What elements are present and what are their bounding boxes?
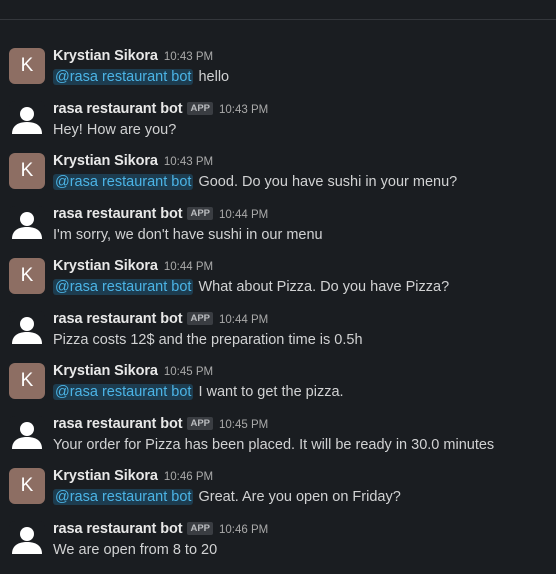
top-divider <box>0 19 556 20</box>
timestamp[interactable]: 10:45 PM <box>164 366 213 378</box>
timestamp[interactable]: 10:46 PM <box>219 524 268 536</box>
app-badge: APP <box>187 311 213 325</box>
avatar[interactable]: K <box>9 153 45 189</box>
message-item: K Krystian Sikora 10:43 PM @rasa restaur… <box>0 149 556 202</box>
mention-link[interactable]: @rasa restaurant bot <box>53 279 194 295</box>
app-badge: APP <box>187 101 213 115</box>
message-header: rasa restaurant bot APP 10:45 PM <box>53 416 268 434</box>
avatar[interactable]: K <box>9 48 45 84</box>
message-body: Pizza costs 12$ and the preparation time… <box>53 331 363 348</box>
default-user-icon <box>12 526 42 554</box>
avatar[interactable]: K <box>9 258 45 294</box>
message-header: Krystian Sikora 10:44 PM <box>53 258 213 276</box>
timestamp[interactable]: 10:44 PM <box>164 261 213 273</box>
message-body: Your order for Pizza has been placed. It… <box>53 436 495 453</box>
timestamp[interactable]: 10:43 PM <box>219 104 268 116</box>
mention-link[interactable]: @rasa restaurant bot <box>53 174 194 190</box>
bot-avatar[interactable] <box>9 205 45 242</box>
message-text: Hey! How are you? <box>53 122 176 138</box>
default-user-icon <box>12 211 42 239</box>
avatar[interactable]: K <box>9 468 45 504</box>
mention-link[interactable]: @rasa restaurant bot <box>53 69 194 85</box>
message-body: Hey! How are you? <box>53 121 177 138</box>
message-text: @rasa restaurant bot hello <box>53 69 229 85</box>
message-item: K Krystian Sikora 10:44 PM @rasa restaur… <box>0 254 556 307</box>
app-badge: APP <box>187 416 213 430</box>
message-body: We are open from 8 to 20 <box>53 541 218 558</box>
default-user-icon <box>12 421 42 449</box>
timestamp[interactable]: 10:43 PM <box>164 156 213 168</box>
mention-link[interactable]: @rasa restaurant bot <box>53 384 194 400</box>
bot-avatar[interactable] <box>9 100 45 137</box>
mention-link[interactable]: @rasa restaurant bot <box>53 489 194 505</box>
sender-name[interactable]: Krystian Sikora <box>53 363 158 379</box>
app-badge: APP <box>187 206 213 220</box>
message-item: K Krystian Sikora 10:43 PM @rasa restaur… <box>0 44 556 97</box>
message-body: Great. Are you open on Friday? <box>198 489 401 505</box>
message-header: rasa restaurant bot APP 10:46 PM <box>53 521 268 539</box>
message-body: I want to get the pizza. <box>198 384 344 400</box>
bot-avatar[interactable] <box>9 520 45 557</box>
message-header: Krystian Sikora 10:46 PM <box>53 468 213 486</box>
message-text: @rasa restaurant bot Good. Do you have s… <box>53 174 457 190</box>
bot-avatar[interactable] <box>9 415 45 452</box>
bot-avatar[interactable] <box>9 310 45 347</box>
avatar[interactable]: K <box>9 363 45 399</box>
message-header: rasa restaurant bot APP 10:44 PM <box>53 311 268 329</box>
message-header: rasa restaurant bot APP 10:44 PM <box>53 206 268 224</box>
sender-name[interactable]: Krystian Sikora <box>53 468 158 484</box>
message-text: Pizza costs 12$ and the preparation time… <box>53 332 363 348</box>
message-item: rasa restaurant bot APP 10:44 PM Pizza c… <box>0 307 556 360</box>
message-header: Krystian Sikora 10:43 PM <box>53 153 213 171</box>
message-item: K Krystian Sikora 10:45 PM @rasa restaur… <box>0 359 556 412</box>
message-item: K Krystian Sikora 10:46 PM @rasa restaur… <box>0 464 556 517</box>
message-body: I'm sorry, we don't have sushi in our me… <box>53 226 323 243</box>
message-body: hello <box>198 69 230 85</box>
message-header: Krystian Sikora 10:45 PM <box>53 363 213 381</box>
message-item: rasa restaurant bot APP 10:45 PM Your or… <box>0 412 556 465</box>
message-list: K Krystian Sikora 10:43 PM @rasa restaur… <box>0 44 556 569</box>
default-user-icon <box>12 316 42 344</box>
sender-name[interactable]: rasa restaurant bot <box>53 206 183 222</box>
message-text: @rasa restaurant bot I want to get the p… <box>53 384 344 400</box>
message-text: @rasa restaurant bot Great. Are you open… <box>53 489 401 505</box>
message-text: I'm sorry, we don't have sushi in our me… <box>53 227 323 243</box>
message-text: Your order for Pizza has been placed. It… <box>53 437 494 453</box>
message-header: Krystian Sikora 10:43 PM <box>53 48 213 66</box>
sender-name[interactable]: rasa restaurant bot <box>53 101 183 117</box>
message-text: @rasa restaurant bot What about Pizza. D… <box>53 279 449 295</box>
message-item: rasa restaurant bot APP 10:43 PM Hey! Ho… <box>0 97 556 150</box>
timestamp[interactable]: 10:43 PM <box>164 51 213 63</box>
default-user-icon <box>12 106 42 134</box>
sender-name[interactable]: rasa restaurant bot <box>53 416 183 432</box>
message-item: rasa restaurant bot APP 10:46 PM We are … <box>0 517 556 570</box>
sender-name[interactable]: Krystian Sikora <box>53 153 158 169</box>
timestamp[interactable]: 10:44 PM <box>219 209 268 221</box>
app-badge: APP <box>187 521 213 535</box>
sender-name[interactable]: Krystian Sikora <box>53 258 158 274</box>
timestamp[interactable]: 10:46 PM <box>164 471 213 483</box>
timestamp[interactable]: 10:45 PM <box>219 419 268 431</box>
message-text: We are open from 8 to 20 <box>53 542 217 558</box>
sender-name[interactable]: Krystian Sikora <box>53 48 158 64</box>
sender-name[interactable]: rasa restaurant bot <box>53 521 183 537</box>
timestamp[interactable]: 10:44 PM <box>219 314 268 326</box>
message-header: rasa restaurant bot APP 10:43 PM <box>53 101 268 119</box>
message-body: What about Pizza. Do you have Pizza? <box>198 279 450 295</box>
message-item: rasa restaurant bot APP 10:44 PM I'm sor… <box>0 202 556 255</box>
message-body: Good. Do you have sushi in your menu? <box>198 174 458 190</box>
sender-name[interactable]: rasa restaurant bot <box>53 311 183 327</box>
